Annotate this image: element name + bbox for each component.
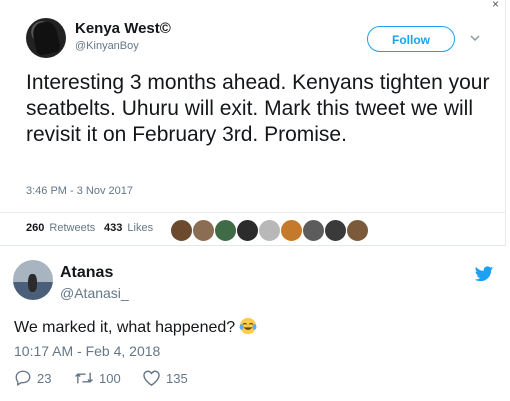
quoted-tweet-stats: 260 Retweets 433 Likes — [0, 212, 506, 247]
liker-avatar[interactable] — [280, 219, 303, 242]
liker-avatar[interactable] — [258, 219, 281, 242]
like-action[interactable]: 135 — [142, 368, 188, 388]
liker-avatar[interactable] — [170, 219, 193, 242]
quoted-author-avatar[interactable] — [26, 18, 66, 58]
quoted-author-handle[interactable]: @KinyanBoy — [75, 40, 139, 52]
likes-count: 433 — [104, 222, 123, 234]
retweets-label: Retweets — [49, 222, 96, 234]
liker-avatar[interactable] — [346, 219, 369, 242]
reply-text-body: We marked it, what happened? — [14, 319, 236, 336]
retweets-count: 260 — [26, 222, 45, 234]
close-icon[interactable]: × — [492, 0, 499, 11]
reply-action[interactable]: 23 — [14, 368, 51, 388]
liker-avatar[interactable] — [236, 219, 259, 242]
reply-tweet-timestamp[interactable]: 10:17 AM - Feb 4, 2018 — [14, 343, 160, 359]
follow-button[interactable]: Follow — [367, 26, 455, 52]
reply-tweet-text: We marked it, what happened? — [14, 317, 257, 337]
like-count: 135 — [166, 370, 188, 386]
likes-stat[interactable]: 433 Likes — [104, 222, 153, 234]
quoted-tweet-card: × Kenya West© @KinyanBoy Follow Interest… — [0, 0, 506, 246]
quoted-tweet-text: Interesting 3 months ahead. Kenyans tigh… — [26, 71, 490, 146]
liker-avatar[interactable] — [324, 219, 347, 242]
twitter-bird-icon[interactable] — [474, 266, 494, 283]
retweet-count: 100 — [99, 370, 121, 386]
reply-author-avatar[interactable] — [13, 260, 53, 300]
retweet-icon — [75, 372, 93, 384]
heart-icon — [143, 370, 160, 386]
retweets-stat[interactable]: 260 Retweets — [26, 222, 95, 234]
chevron-down-icon[interactable] — [468, 31, 482, 45]
retweet-action[interactable]: 100 — [74, 368, 121, 388]
reply-author-handle[interactable]: @Atanasi_ — [60, 285, 129, 301]
likes-label: Likes — [127, 222, 154, 234]
reply-count: 23 — [37, 370, 52, 386]
quoted-tweet-timestamp[interactable]: 3:46 PM - 3 Nov 2017 — [26, 185, 133, 197]
reply-icon — [15, 370, 31, 386]
face-with-tears-of-joy-icon — [239, 317, 257, 335]
liker-avatar[interactable] — [214, 219, 237, 242]
quoted-author-name[interactable]: Kenya West© — [75, 20, 171, 37]
liker-avatar[interactable] — [302, 219, 325, 242]
liker-avatar[interactable] — [192, 219, 215, 242]
reply-tweet-card: Atanas @Atanasi_ We marked it, what happ… — [0, 246, 510, 401]
reply-author-name[interactable]: Atanas — [60, 264, 113, 282]
